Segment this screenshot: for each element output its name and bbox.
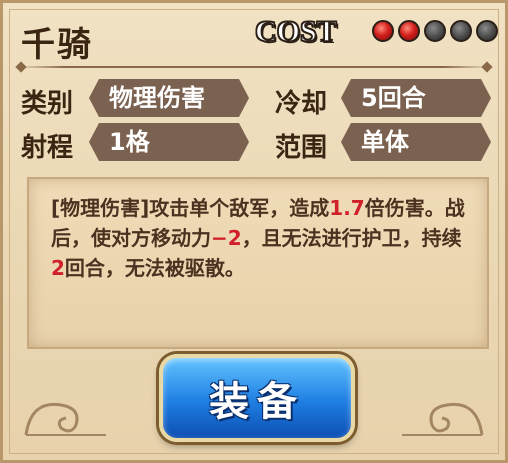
cooldown-label: 冷却 — [275, 89, 328, 119]
area-label: 范围 — [275, 133, 328, 163]
cost-dot-empty — [450, 20, 472, 42]
cost-indicator — [372, 20, 498, 42]
category-label: 类别 — [21, 89, 74, 119]
skill-detail-panel: 千骑 COST 类别 物理伤害 冷却 5回合 射程 1格 范围 单体 [物理伤害… — [0, 0, 508, 463]
cost-dot-filled — [398, 20, 420, 42]
right-ornament — [402, 402, 484, 436]
description-text: [物理伤害]攻击单个敌军，造成 — [51, 196, 330, 220]
left-ornament — [24, 402, 106, 436]
duration-turns: 2 — [51, 256, 65, 280]
description-text: ，且无法进行护卫，持续 — [241, 226, 462, 250]
area-tag: 单体 — [341, 123, 491, 161]
category-tag: 物理伤害 — [89, 79, 249, 117]
damage-multiplier: 1.7 — [329, 196, 365, 220]
skill-name: 千骑 — [21, 25, 93, 65]
cost-dot-empty — [476, 20, 498, 42]
movement-penalty: −2 — [211, 226, 242, 250]
cooldown-tag: 5回合 — [341, 79, 491, 117]
range-label: 射程 — [21, 133, 74, 163]
cost-label: COST — [254, 14, 337, 49]
cost-dot-filled — [372, 20, 394, 42]
equip-button-label: 装备 — [209, 379, 305, 425]
skill-description-box: [物理伤害]攻击单个敌军，造成1.7倍伤害。战后，使对方移动力−2，且无法进行护… — [27, 177, 489, 349]
description-text: 回合，无法被驱散。 — [64, 256, 245, 280]
header-divider — [17, 66, 491, 68]
range-tag: 1格 — [89, 123, 249, 161]
skill-description: [物理伤害]攻击单个敌军，造成1.7倍伤害。战后，使对方移动力−2，且无法进行护… — [51, 193, 471, 283]
equip-button[interactable]: 装备 — [159, 354, 355, 442]
cost-dot-empty — [424, 20, 446, 42]
